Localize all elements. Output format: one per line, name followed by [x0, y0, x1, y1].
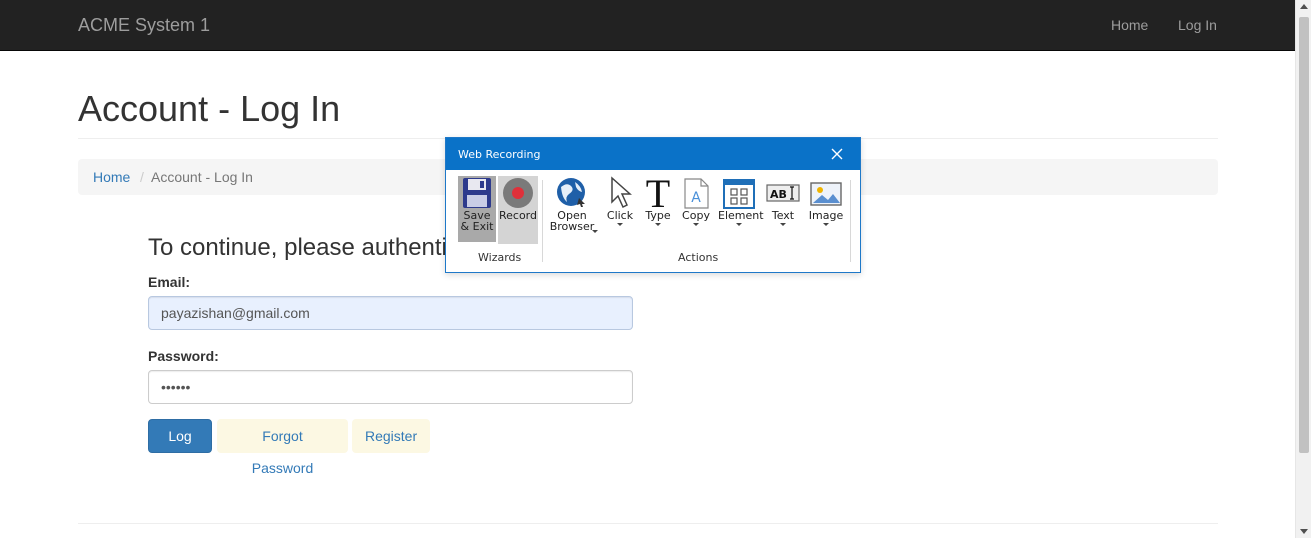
scroll-down-arrow-icon[interactable] [1300, 529, 1308, 534]
open-browser-dropdown-icon[interactable] [592, 230, 598, 233]
svg-text:T: T [646, 176, 670, 210]
save-label-line2: & Exit [460, 220, 494, 233]
copy-dropdown-icon[interactable] [693, 223, 699, 226]
image-button[interactable]: Image [806, 176, 846, 226]
open-browser-label-line2: Browser [549, 220, 595, 233]
element-grid-icon [723, 179, 755, 209]
type-dropdown-icon[interactable] [655, 223, 661, 226]
actions-group-label: Actions [678, 251, 719, 264]
breadcrumb-separator: / [140, 169, 144, 185]
breadcrumb-home-link[interactable]: Home [93, 169, 130, 185]
record-label: Record [498, 209, 537, 222]
recorder-titlebar[interactable]: Web Recording [446, 138, 860, 170]
email-field[interactable] [148, 296, 633, 330]
login-button[interactable]: Log In [148, 419, 212, 476]
image-picture-icon [810, 182, 842, 206]
open-browser-button[interactable]: Open Browser [548, 176, 596, 232]
text-field-icon: AB [766, 184, 800, 202]
breadcrumb-current: Account - Log In [151, 169, 253, 185]
text-button[interactable]: AB Text [766, 176, 800, 226]
element-button[interactable]: Element [718, 176, 764, 226]
nav-home-link[interactable]: Home [1111, 17, 1148, 33]
scroll-up-arrow-icon[interactable] [1300, 4, 1308, 9]
register-button[interactable]: Register [352, 419, 430, 453]
type-button[interactable]: T Type [640, 176, 676, 226]
forgot-password-button[interactable]: Forgot Password [217, 419, 348, 476]
vertical-scrollbar[interactable] [1295, 0, 1311, 538]
copy-button[interactable]: A Copy [678, 176, 714, 226]
record-icon [503, 178, 533, 208]
password-label: Password: [148, 348, 219, 364]
record-button[interactable]: Record [498, 176, 538, 221]
nav-login-link[interactable]: Log In [1178, 17, 1217, 33]
text-label: Text [771, 209, 795, 222]
click-dropdown-icon[interactable] [617, 223, 623, 226]
scroll-thumb[interactable] [1299, 17, 1309, 453]
wizards-group-label: Wizards [478, 251, 522, 264]
image-dropdown-icon[interactable] [823, 223, 829, 226]
group-separator [542, 180, 543, 262]
close-icon[interactable] [829, 146, 845, 162]
footer-divider [78, 523, 1218, 524]
save-exit-button[interactable]: Save & Exit [458, 176, 496, 232]
text-dropdown-icon[interactable] [780, 223, 786, 226]
globe-icon [557, 178, 585, 207]
type-label: Type [645, 209, 671, 222]
top-navbar: ACME System 1 Home Log In [0, 0, 1295, 51]
group-separator-end [850, 180, 851, 262]
element-label: Element [718, 209, 764, 222]
type-t-icon: T [646, 176, 670, 210]
click-label: Click [606, 209, 634, 222]
brand-logo[interactable]: ACME System 1 [78, 15, 210, 36]
svg-text:A: A [691, 190, 701, 206]
page-title: Account - Log In [78, 88, 341, 129]
element-dropdown-icon[interactable] [736, 223, 742, 226]
web-recording-panel: Web Recording Save & Exit Record Open Br… [445, 137, 861, 273]
click-button[interactable]: Click [604, 176, 636, 226]
password-field[interactable] [148, 370, 633, 404]
email-label: Email: [148, 274, 191, 290]
svg-text:AB: AB [770, 188, 787, 201]
login-subtitle: To continue, please authenti [148, 234, 447, 261]
recorder-title: Web Recording [458, 148, 541, 161]
floppy-disk-icon [463, 178, 491, 208]
image-label: Image [808, 209, 844, 222]
copy-label: Copy [682, 209, 710, 222]
cursor-arrow-icon [611, 176, 632, 209]
copy-document-icon: A [684, 178, 709, 209]
